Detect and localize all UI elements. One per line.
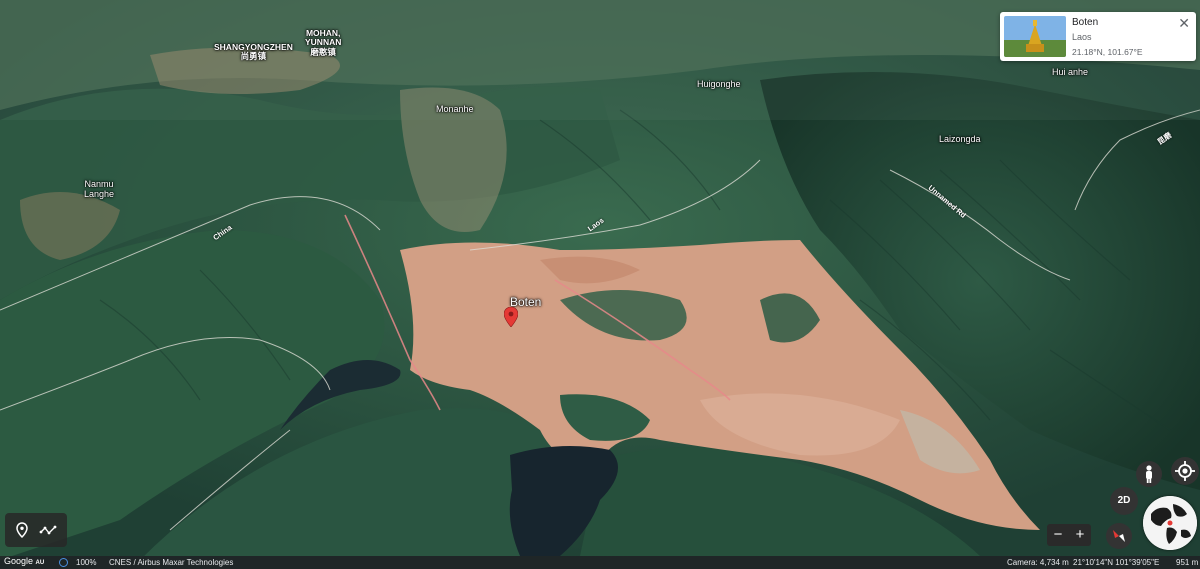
my-location-icon[interactable] (1171, 457, 1199, 485)
close-icon[interactable]: ✕ (1178, 15, 1190, 32)
card-subtitle: Laos (1072, 32, 1092, 42)
red-location-pin-icon[interactable] (504, 307, 518, 327)
cursor-latlng: 21°10'14"N 101°39'05"E (1073, 558, 1160, 567)
place-label-monanhe[interactable]: Monanhe (436, 104, 474, 115)
ground-elevation: 951 m (1176, 558, 1199, 567)
status-bar: Google AU 100% CNES / Airbus Maxar Techn… (0, 556, 1200, 569)
place-label-laizongda[interactable]: Laizongda (939, 134, 981, 145)
zoom-control: − + (1047, 524, 1091, 546)
location-pin-icon[interactable] (13, 521, 31, 539)
imagery-attribution[interactable]: CNES / Airbus Maxar Technologies (109, 557, 233, 568)
place-label-huigonghe[interactable]: Huigonghe (697, 79, 741, 90)
zoom-out-button[interactable]: − (1047, 524, 1069, 546)
place-label-shangyongzhen[interactable]: SHANGYONGZHEN 尚勇镇 (214, 42, 293, 62)
place-info-card[interactable]: Boten Laos 21.18°N, 101.67°E ✕ (1000, 12, 1196, 61)
camera-altitude: Camera: 4,734 m (1007, 558, 1069, 567)
place-name-cn: 尚勇镇 (240, 51, 267, 62)
place-thumbnail[interactable] (1004, 16, 1066, 57)
place-name-cn: 磨憨镇 (310, 46, 336, 57)
pegman-icon[interactable] (1136, 461, 1162, 487)
satellite-map[interactable] (0, 0, 1200, 569)
path-measure-icon[interactable] (39, 521, 57, 539)
zoom-percent: 100% (76, 558, 97, 567)
card-coordinates: 21.18°N, 101.67°E (1072, 47, 1143, 57)
compass-icon[interactable] (1106, 523, 1132, 549)
toggle-2d-button[interactable]: 2D (1110, 487, 1138, 515)
map-tools-panel (5, 513, 67, 547)
google-logo: Google AU (4, 556, 44, 569)
card-title: Boten (1072, 17, 1099, 28)
place-name-2: Langhe (84, 188, 115, 199)
place-label-huianhe[interactable]: Hui anhe (1052, 67, 1088, 78)
logo-text: Google (4, 556, 34, 566)
zoom-level-icon (59, 558, 68, 567)
logo-suffix: AU (35, 560, 45, 566)
globe-icon[interactable] (1143, 496, 1197, 550)
place-label-nanmu-langhe[interactable]: Nanmu Langhe (84, 179, 115, 200)
place-label-mohan[interactable]: MOHAN, YUNNAN 磨憨镇 (305, 28, 341, 57)
zoom-in-button[interactable]: + (1069, 524, 1091, 546)
